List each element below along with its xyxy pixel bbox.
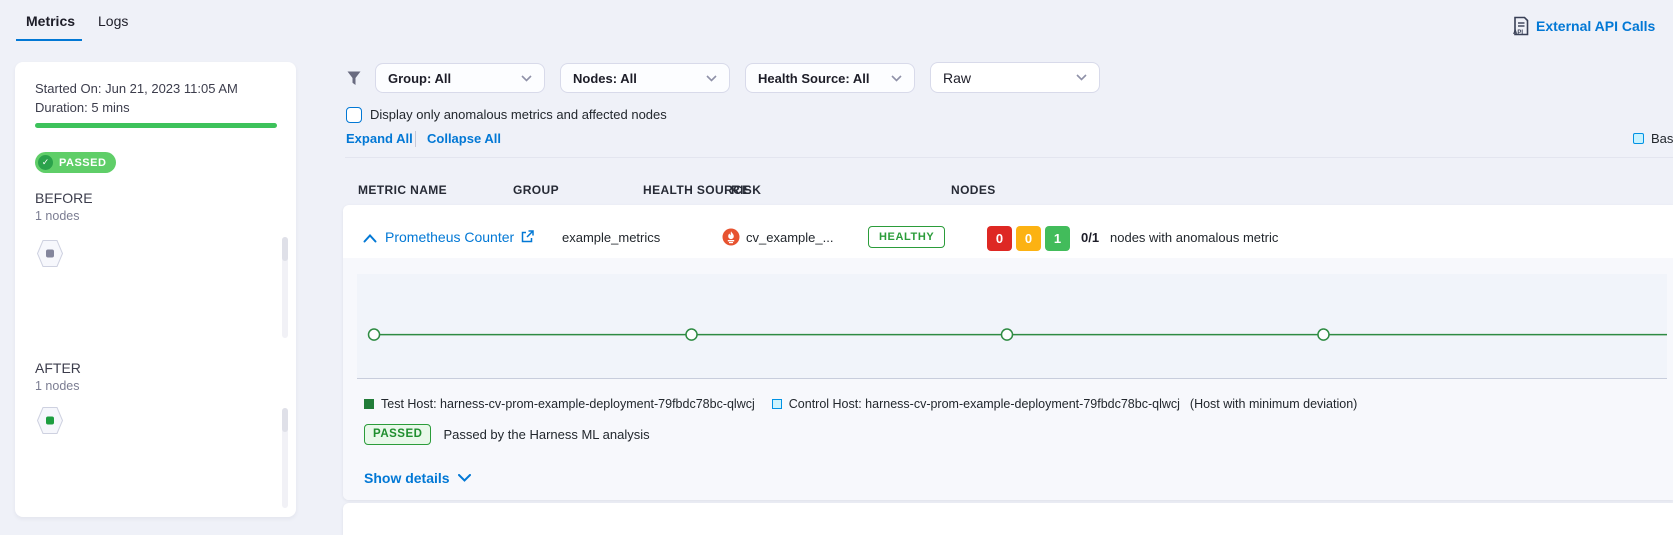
status-badge-label: PASSED [59, 157, 106, 169]
tab-logs-label: Logs [98, 13, 128, 29]
before-section-title: BEFORE [35, 190, 93, 206]
chevron-down-icon [1076, 74, 1087, 81]
health-source-filter-select[interactable]: Health Source: All [745, 63, 915, 93]
metric-row: Prometheus Counter example_metrics cv_ex… [343, 205, 1673, 500]
control-host-legend-swatch [772, 399, 782, 409]
baseline-legend-swatch [1633, 133, 1644, 144]
collapse-all-link[interactable]: Collapse All [427, 131, 501, 146]
health-source-filter-value: Health Source: All [758, 71, 869, 86]
nodes-filter-value: Nodes: All [573, 71, 637, 86]
group-filter-select[interactable]: Group: All [375, 63, 545, 93]
before-node-count: 1 nodes [35, 209, 79, 223]
chevron-down-icon [891, 75, 902, 82]
timeseries-line-chart [357, 274, 1667, 378]
verdict-text: Passed by the Harness ML analysis [443, 427, 649, 442]
healthy-node-count-badge: 1 [1045, 226, 1070, 251]
tab-metrics[interactable]: Metrics [26, 13, 75, 29]
view-mode-select[interactable]: Raw [930, 62, 1100, 93]
metric-row-expanded-body: Test Host: harness-cv-prom-example-deplo… [343, 258, 1673, 500]
warning-node-count-badge: 0 [1016, 226, 1041, 251]
show-details-label: Show details [364, 470, 450, 486]
control-host-note: (Host with minimum deviation) [1190, 397, 1357, 411]
table-top-separator [345, 157, 1673, 158]
chart-legend: Test Host: harness-cv-prom-example-deplo… [364, 397, 1357, 411]
nodes-summary-ratio: 0/1 [1081, 230, 1099, 245]
verdict-row: PASSED Passed by the Harness ML analysis [364, 424, 650, 445]
external-api-calls-link[interactable]: API External API Calls [1512, 16, 1655, 36]
svg-text:API: API [1513, 30, 1523, 36]
metric-group-value: example_metrics [562, 230, 660, 245]
links-divider [415, 131, 416, 147]
group-filter-value: Group: All [388, 71, 451, 86]
active-tab-underline [16, 39, 82, 41]
duration-text: Duration: 5 mins [35, 100, 130, 115]
started-on-text: Started On: Jun 21, 2023 11:05 AM [35, 81, 238, 96]
test-host-legend-label: Test Host: harness-cv-prom-example-deplo… [381, 397, 755, 411]
chevron-up-icon[interactable] [363, 234, 377, 243]
after-node-hexagon-icon[interactable] [36, 406, 64, 435]
metric-timeseries-chart[interactable] [357, 274, 1667, 379]
chevron-down-icon [458, 474, 471, 482]
chevron-down-icon [706, 75, 717, 82]
metric-health-source-value: cv_example_... [746, 230, 833, 245]
expand-all-link[interactable]: Expand All [346, 131, 413, 146]
before-node-hexagon-icon[interactable] [36, 239, 64, 268]
chevron-down-icon [521, 75, 532, 82]
anomalous-checkbox-label: Display only anomalous metrics and affec… [370, 107, 667, 122]
anomalous-node-count-badge: 0 [987, 226, 1012, 251]
before-nodes-scrollbar[interactable] [282, 237, 288, 338]
show-details-link[interactable]: Show details [364, 470, 471, 486]
view-mode-value: Raw [943, 70, 971, 86]
anomalous-only-checkbox[interactable] [346, 107, 362, 123]
col-header-group: GROUP [513, 183, 559, 197]
test-host-legend-swatch [364, 399, 374, 409]
status-badge: ✓ PASSED [35, 152, 116, 173]
filter-icon [347, 71, 361, 86]
risk-badge: HEALTHY [868, 226, 945, 248]
external-api-calls-label: External API Calls [1536, 18, 1655, 34]
prometheus-icon [722, 228, 740, 246]
col-header-nodes: NODES [951, 183, 996, 197]
verdict-badge: PASSED [364, 424, 431, 445]
baseline-legend-label: Base [1651, 131, 1673, 146]
summary-sidebar: Started On: Jun 21, 2023 11:05 AM Durati… [15, 62, 296, 517]
check-icon: ✓ [38, 155, 53, 170]
after-nodes-scrollbar[interactable] [282, 408, 288, 508]
col-header-risk: RISK [731, 183, 761, 197]
metric-row-next[interactable] [343, 503, 1673, 535]
verification-progress-bar [35, 123, 277, 128]
metric-name-link[interactable]: Prometheus Counter [385, 229, 514, 245]
after-section-title: AFTER [35, 360, 81, 376]
api-document-icon: API [1512, 16, 1529, 36]
after-node-count: 1 nodes [35, 379, 79, 393]
tab-metrics-label: Metrics [26, 13, 75, 29]
control-host-legend-label: Control Host: harness-cv-prom-example-de… [789, 397, 1180, 411]
external-link-icon[interactable] [521, 230, 534, 243]
col-header-metric-name: METRIC NAME [358, 183, 447, 197]
nodes-filter-select[interactable]: Nodes: All [560, 63, 730, 93]
nodes-summary-text: nodes with anomalous metric [1110, 230, 1278, 245]
tab-logs[interactable]: Logs [98, 13, 128, 29]
